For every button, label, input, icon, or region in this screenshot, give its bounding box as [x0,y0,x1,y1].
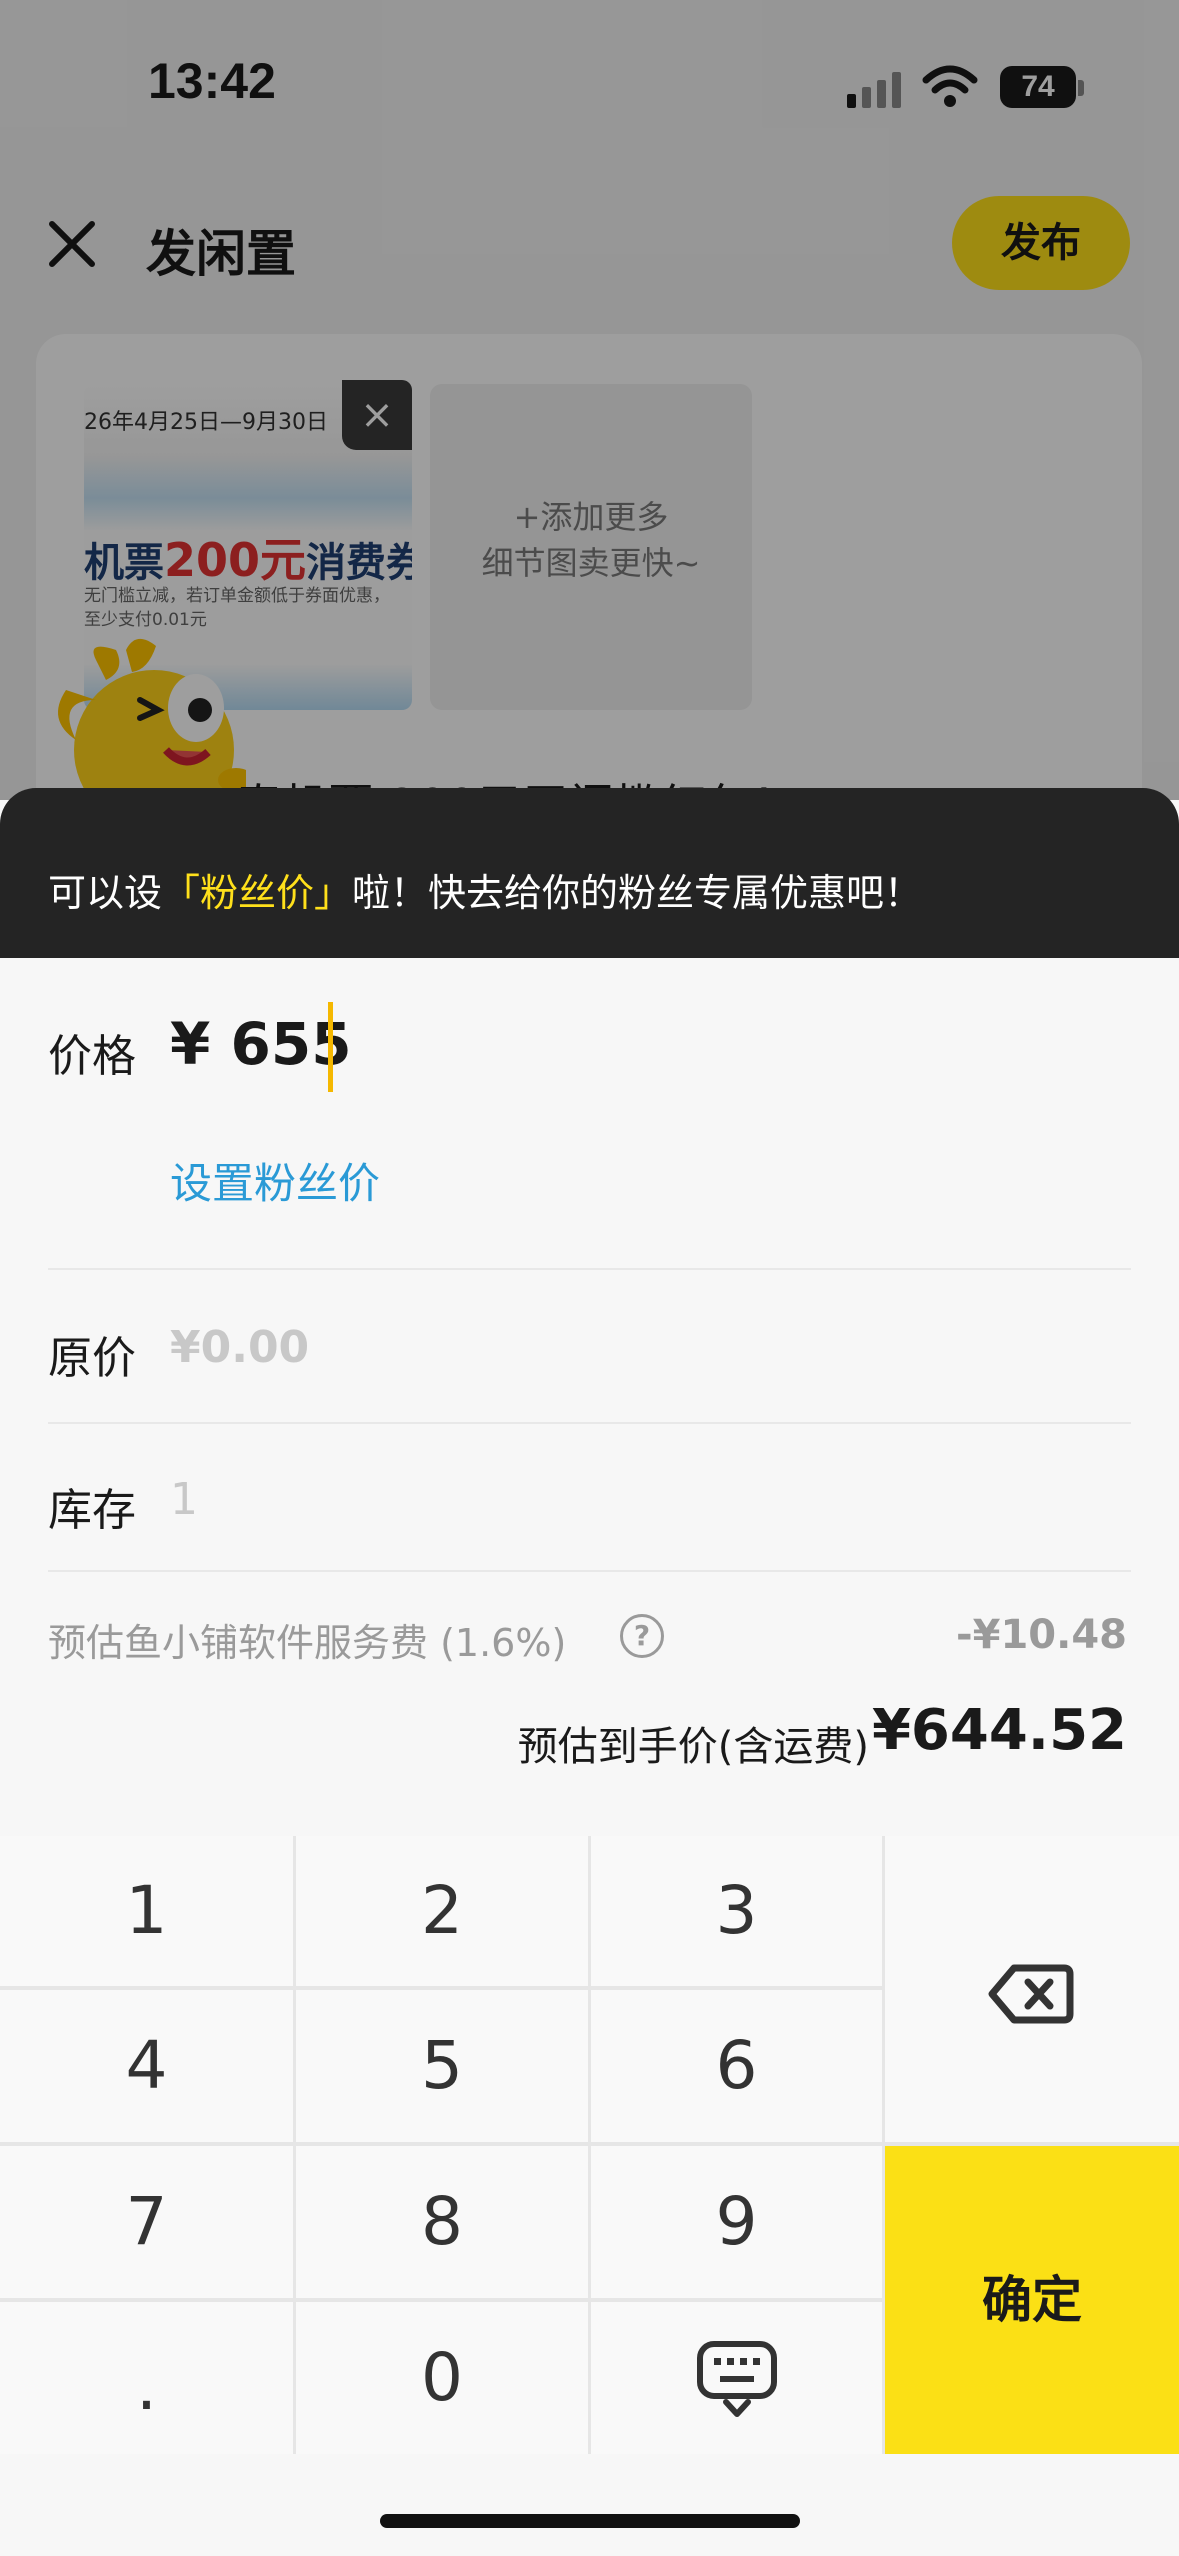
stock-input[interactable]: 1 [170,1474,198,1525]
confirm-button[interactable]: 确定 [885,2146,1179,2454]
help-icon[interactable]: ? [620,1614,664,1658]
fan-price-banner-text: 可以设「粉丝价」啦！快去给你的粉丝专属优惠吧！ [48,862,922,917]
stock-label: 库存 [48,1485,136,1536]
divider [48,1422,1131,1424]
banner-highlight: 「粉丝价」 [162,871,353,915]
key-0[interactable]: 0 [296,2302,588,2454]
price-input[interactable]: ¥ 655 [170,1010,352,1078]
divider [48,1570,1131,1572]
key-9[interactable]: 9 [591,2146,882,2298]
key-6[interactable]: 6 [591,1990,882,2142]
service-fee-value: -¥10.48 [956,1612,1127,1658]
net-price-value: ¥644.52 [871,1698,1127,1763]
backspace-icon [988,1964,1074,2024]
key-1[interactable]: 1 [0,1836,293,1986]
banner-prefix: 可以设 [48,871,163,915]
key-8[interactable]: 8 [296,2146,588,2298]
dim-overlay[interactable] [0,0,1179,800]
banner-suffix: 啦！快去给你的粉丝专属优惠吧！ [352,871,923,915]
net-price-label: 预估到手价(含运费) [517,1724,869,1770]
original-price-input[interactable]: ¥0.00 [170,1322,309,1373]
text-caret [328,1002,333,1092]
keyboard-hide-icon [697,2341,777,2417]
home-indicator-area [0,2454,1179,2556]
set-fan-price-link[interactable]: 设置粉丝价 [170,1150,380,1211]
original-price-label: 原价 [48,1333,136,1384]
price-label: 价格 [48,1031,136,1082]
service-fee-label: 预估鱼小铺软件服务费 (1.6%) [48,1621,567,1665]
key-2[interactable]: 2 [296,1836,588,1986]
key-4[interactable]: 4 [0,1990,293,2142]
key-decimal[interactable]: . [0,2302,293,2454]
backspace-key[interactable] [885,1836,1179,2142]
key-7[interactable]: 7 [0,2146,293,2298]
key-3[interactable]: 3 [591,1836,882,1986]
keyboard-hide-key[interactable] [591,2302,882,2454]
home-indicator[interactable] [380,2514,800,2528]
key-5[interactable]: 5 [296,1990,588,2142]
divider [48,1268,1131,1270]
